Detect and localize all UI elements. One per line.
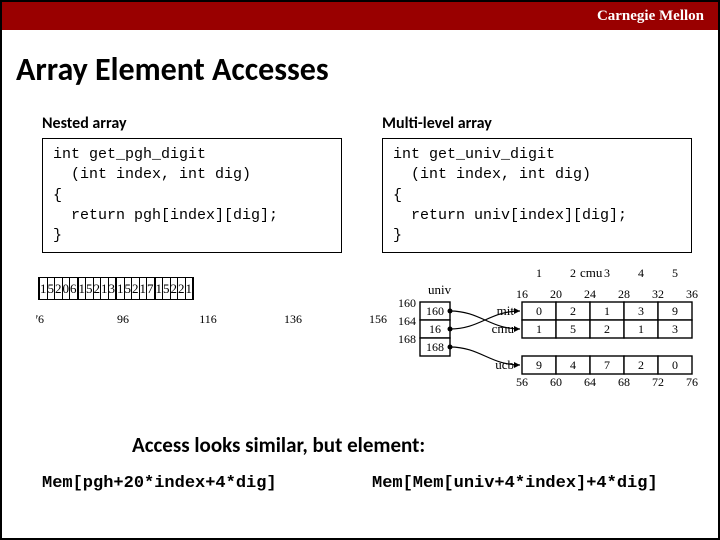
nested-cell: 5 [47, 278, 55, 300]
svg-text:1: 1 [604, 304, 610, 318]
svg-text:76: 76 [686, 375, 698, 389]
svg-text:4: 4 [638, 266, 644, 280]
univ-label: univ [428, 282, 452, 297]
nested-cell: 1 [139, 278, 147, 300]
svg-text:0: 0 [536, 304, 542, 318]
svg-text:16: 16 [516, 287, 528, 301]
right-heading: Multi-level array [382, 114, 492, 133]
svg-text:168: 168 [426, 340, 444, 354]
svg-text:20: 20 [550, 287, 562, 301]
svg-text:2: 2 [604, 322, 610, 336]
multi-level-diagram: univ 16016016164168168 mit02139162024283… [392, 262, 712, 402]
cmu-header: cmu [580, 265, 603, 280]
svg-text:3: 3 [604, 266, 610, 280]
svg-text:2: 2 [638, 358, 644, 372]
svg-text:0: 0 [672, 358, 678, 372]
nested-cell: 1 [155, 278, 163, 300]
svg-text:68: 68 [618, 375, 630, 389]
conclusion-text: Access looks similar, but element: [132, 432, 425, 458]
svg-text:28: 28 [618, 287, 630, 301]
svg-text:2: 2 [570, 304, 576, 318]
left-heading: Nested array [42, 114, 127, 133]
svg-text:32: 32 [652, 287, 664, 301]
svg-text:7: 7 [604, 358, 610, 372]
svg-text:9: 9 [672, 304, 678, 318]
svg-text:56: 56 [516, 375, 528, 389]
mem-expr-left: Mem[pgh+20*index+4*dig] [42, 474, 277, 493]
svg-text:24: 24 [584, 287, 596, 301]
svg-text:96: 96 [117, 312, 129, 326]
svg-text:1: 1 [638, 322, 644, 336]
nested-cell: 0 [62, 278, 70, 300]
mem-expr-right: Mem[Mem[univ+4*index]+4*dig] [372, 474, 658, 493]
svg-text:36: 36 [686, 287, 698, 301]
nested-cell: 2 [55, 278, 63, 300]
svg-text:116: 116 [199, 312, 217, 326]
nested-cell: 1 [185, 278, 193, 300]
slide-title: Array Element Accesses [16, 50, 329, 89]
nested-cell: 3 [108, 278, 116, 300]
svg-text:168: 168 [398, 332, 416, 346]
svg-text:64: 64 [584, 375, 596, 389]
right-code: int get_univ_digit (int index, int dig) … [382, 138, 692, 253]
svg-text:136: 136 [284, 312, 302, 326]
svg-text:4: 4 [570, 358, 576, 372]
nested-cell: 2 [93, 278, 101, 300]
nested-cell: 2 [178, 278, 186, 300]
nested-cell: 1 [78, 278, 86, 300]
svg-text:3: 3 [672, 322, 678, 336]
nested-cell: 6 [70, 278, 78, 300]
svg-text:76: 76 [36, 312, 44, 326]
svg-text:160: 160 [426, 304, 444, 318]
svg-text:72: 72 [652, 375, 664, 389]
nested-cell: 1 [101, 278, 109, 300]
nested-cell: 2 [132, 278, 140, 300]
nested-cell: 7 [147, 278, 155, 300]
svg-text:16: 16 [429, 322, 441, 336]
svg-text:mit: mit [497, 303, 515, 318]
svg-text:1: 1 [536, 322, 542, 336]
svg-text:9: 9 [536, 358, 542, 372]
svg-text:5: 5 [672, 266, 678, 280]
svg-text:160: 160 [398, 296, 416, 310]
svg-text:60: 60 [550, 375, 562, 389]
brand-bar: Carnegie Mellon [2, 2, 718, 30]
nested-cell: 5 [86, 278, 94, 300]
nested-cell: 5 [163, 278, 171, 300]
brand-text: Carnegie Mellon [597, 8, 704, 24]
svg-text:156: 156 [369, 312, 387, 326]
svg-text:1: 1 [536, 266, 542, 280]
svg-text:2: 2 [570, 266, 576, 280]
nested-cell: 1 [39, 278, 47, 300]
nested-cell: 1 [116, 278, 124, 300]
left-code: int get_pgh_digit (int index, int dig) {… [42, 138, 342, 253]
nested-cell: 2 [170, 278, 178, 300]
nested-cell: 5 [124, 278, 132, 300]
svg-text:164: 164 [398, 314, 416, 328]
svg-text:5: 5 [570, 322, 576, 336]
svg-text:3: 3 [638, 304, 644, 318]
